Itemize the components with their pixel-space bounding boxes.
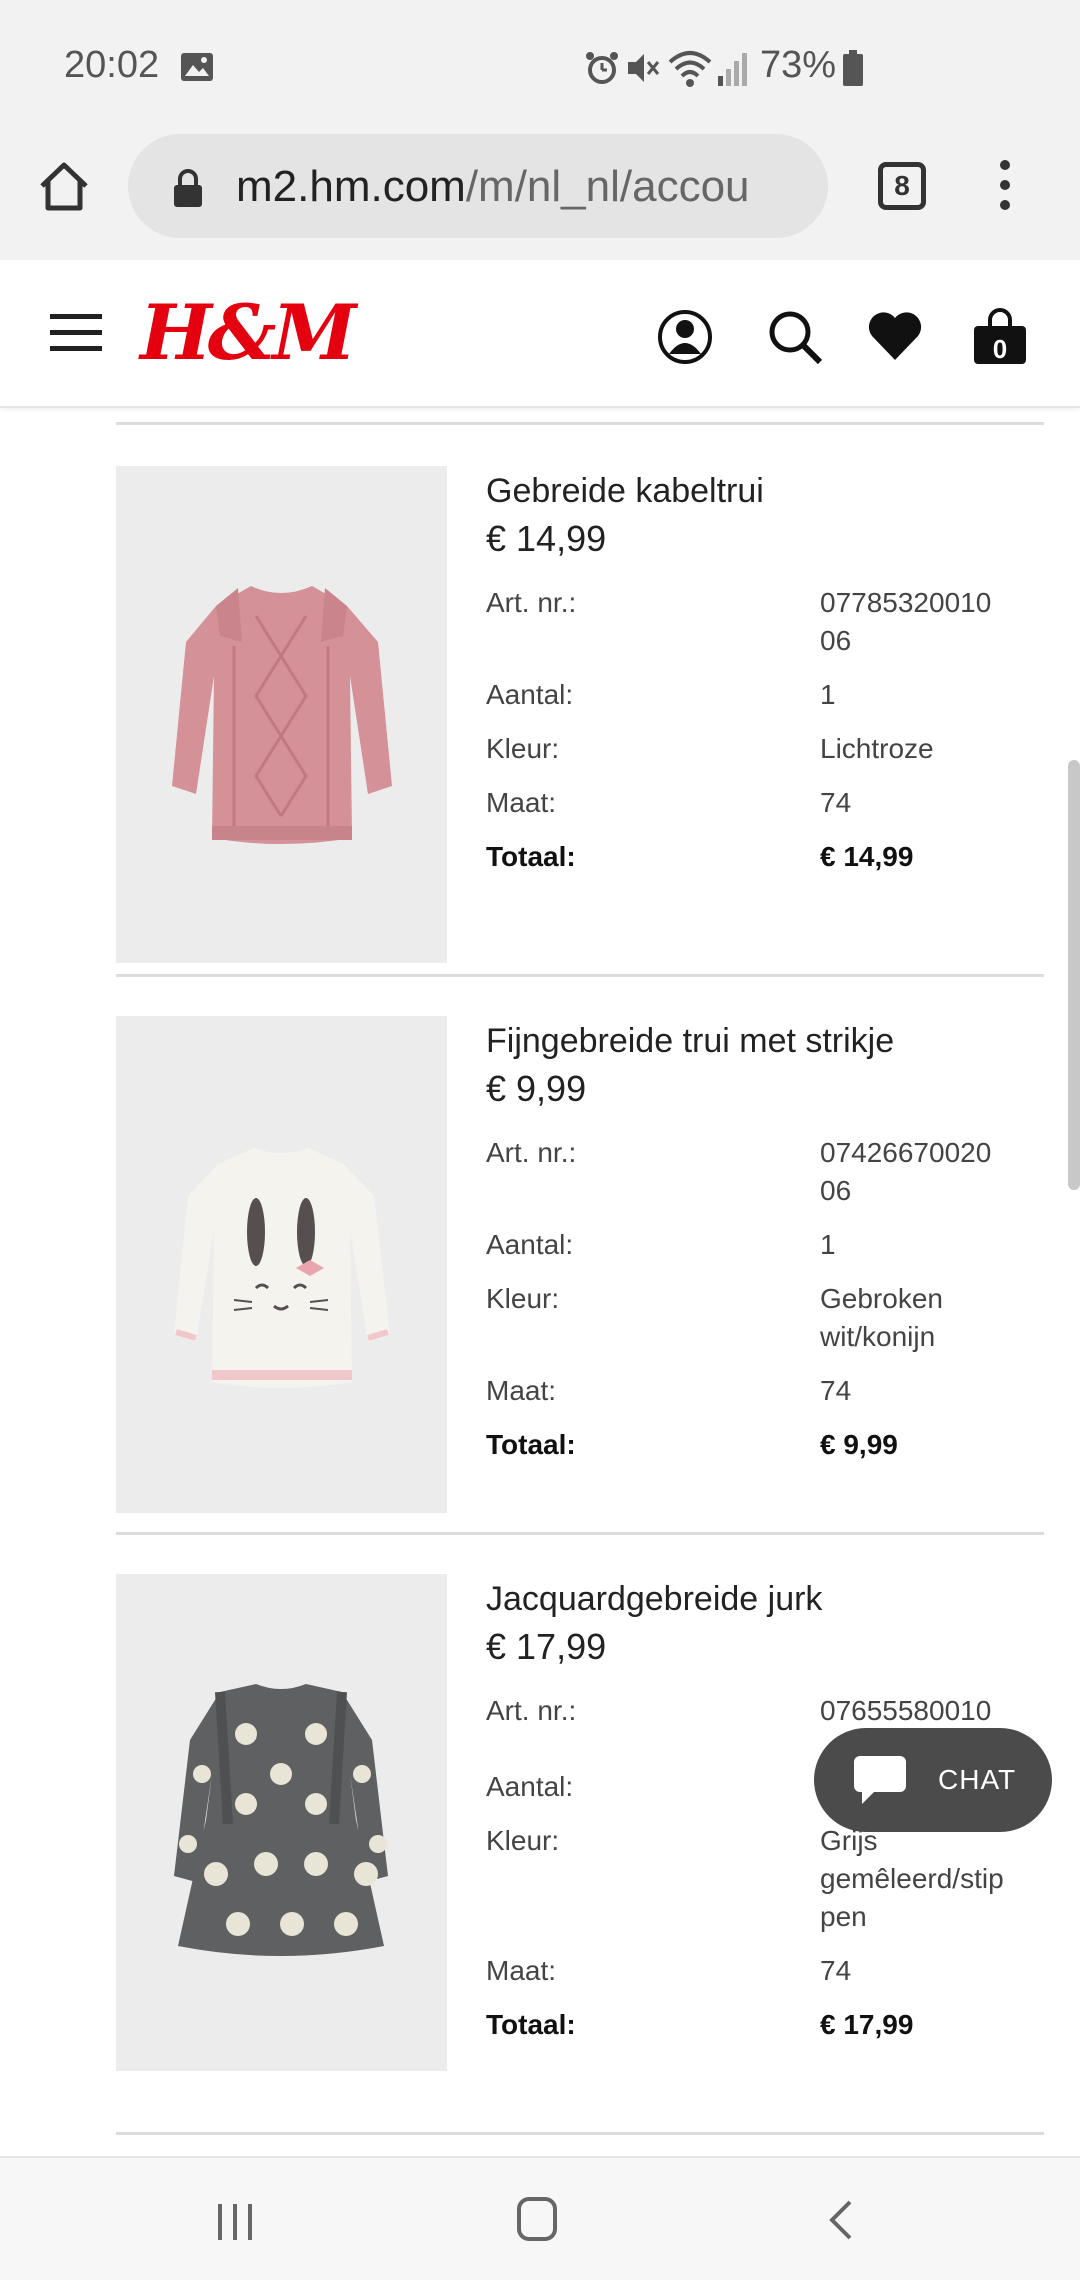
product-image[interactable] bbox=[116, 466, 447, 963]
chat-button[interactable]: CHAT bbox=[814, 1728, 1052, 1832]
product-name[interactable]: Fijngebreide trui met strikje bbox=[486, 1018, 1046, 1064]
back-icon[interactable] bbox=[824, 2198, 858, 2242]
product-info: Gebreide kabeltrui € 14,99 Art. nr.: 0778… bbox=[486, 466, 1046, 892]
tab-count: 8 bbox=[894, 170, 910, 201]
product-name[interactable]: Gebreide kabeltrui bbox=[486, 468, 1046, 514]
product-image[interactable] bbox=[116, 1574, 447, 2071]
maat-row: Maat: 74 bbox=[486, 1952, 1046, 1990]
art-nr-value: 07655580010 bbox=[820, 1695, 992, 1726]
lock-icon bbox=[174, 169, 202, 207]
totaal-label: Totaal: bbox=[486, 2009, 576, 2040]
totaal-value: € 17,99 bbox=[820, 2009, 914, 2040]
alarm-icon bbox=[586, 52, 618, 84]
hm-logo[interactable]: H&M bbox=[140, 288, 357, 377]
aantal-row: Aantal: 1 bbox=[486, 1226, 1046, 1264]
art-nr-label: Art. nr.: bbox=[486, 587, 577, 618]
kleur-row: Kleur: Lichtroze bbox=[486, 730, 1046, 768]
totaal-label: Totaal: bbox=[486, 1429, 576, 1460]
address-bar[interactable]: m2.hm.com/m/nl_nl/accou bbox=[128, 134, 828, 238]
totaal-value: € 9,99 bbox=[820, 1429, 898, 1460]
search-icon[interactable] bbox=[766, 308, 824, 366]
product-price: € 14,99 bbox=[486, 518, 607, 559]
totaal-label: Totaal: bbox=[486, 841, 576, 872]
product-info: Fijngebreide trui met strikje € 9,99 Art… bbox=[486, 1016, 1046, 1480]
url-text: m2.hm.com/m/nl_nl/accou bbox=[236, 162, 816, 212]
divider bbox=[116, 1532, 1044, 1535]
art-nr-value: 07426670020 06 bbox=[820, 1137, 992, 1206]
product-image[interactable] bbox=[116, 1016, 447, 1513]
tab-switcher-button[interactable]: 8 bbox=[878, 162, 926, 210]
divider bbox=[116, 974, 1044, 977]
maat-label: Maat: bbox=[486, 787, 557, 818]
aantal-label: Aantal: bbox=[486, 1229, 574, 1260]
browser-menu-icon[interactable] bbox=[990, 160, 1020, 214]
maat-value: 74 bbox=[820, 1375, 852, 1406]
gallery-icon bbox=[181, 53, 213, 81]
system-navigation-bar bbox=[0, 2156, 1080, 2280]
battery-percent: 73% bbox=[760, 44, 837, 86]
aantal-value: 1 bbox=[820, 1229, 836, 1260]
aantal-label: Aantal: bbox=[486, 1771, 574, 1802]
art-nr-label: Art. nr.: bbox=[486, 1695, 577, 1726]
aantal-label: Aantal: bbox=[486, 679, 574, 710]
sweater-image bbox=[174, 1148, 390, 1388]
home-nav-icon[interactable] bbox=[516, 2196, 558, 2242]
kleur-label: Kleur: bbox=[486, 733, 560, 764]
kleur-label: Kleur: bbox=[486, 1283, 560, 1314]
art-nr-row: Art. nr.: 07426670020 06 bbox=[486, 1134, 1046, 1210]
totaal-value: € 14,99 bbox=[820, 841, 914, 872]
wifi-icon bbox=[668, 51, 712, 87]
basket-count: 0 bbox=[992, 334, 1008, 364]
site-header: H&M 0 bbox=[0, 260, 1080, 408]
maat-label: Maat: bbox=[486, 1375, 557, 1406]
maat-row: Maat: 74 bbox=[486, 784, 1046, 822]
product-name[interactable]: Jacquardgebreide jurk bbox=[486, 1576, 1046, 1622]
maat-value: 74 bbox=[820, 1955, 852, 1986]
signal-icon bbox=[718, 53, 747, 86]
art-nr-value: 07785320010 06 bbox=[820, 587, 992, 656]
totaal-row: Totaal: € 14,99 bbox=[486, 838, 1046, 876]
product-price: € 9,99 bbox=[486, 1068, 587, 1109]
sweater-image bbox=[172, 586, 392, 844]
kleur-label: Kleur: bbox=[486, 1825, 560, 1856]
page-scrollbar[interactable] bbox=[1068, 760, 1080, 1190]
favorites-heart-icon[interactable] bbox=[866, 308, 924, 366]
shopping-bag-icon[interactable]: 0 bbox=[972, 308, 1028, 366]
status-time: 20:02 bbox=[64, 44, 160, 86]
battery-icon bbox=[843, 50, 863, 86]
art-nr-row: Art. nr.: 07785320010 06 bbox=[486, 584, 1046, 660]
divider bbox=[116, 422, 1044, 425]
aantal-row: Aantal: 1 bbox=[486, 676, 1046, 714]
account-icon[interactable] bbox=[656, 308, 714, 366]
maat-row: Maat: 74 bbox=[486, 1372, 1046, 1410]
art-nr-label: Art. nr.: bbox=[486, 1137, 577, 1168]
kleur-value: Gebroken wit/konijn bbox=[820, 1283, 943, 1352]
product-price: € 17,99 bbox=[486, 1626, 607, 1667]
home-icon[interactable] bbox=[38, 160, 90, 212]
hamburger-menu-icon[interactable] bbox=[50, 314, 102, 351]
status-bar: 20:02 73% bbox=[0, 0, 1080, 130]
browser-toolbar: m2.hm.com/m/nl_nl/accou 8 bbox=[0, 130, 1080, 260]
aantal-value: 1 bbox=[820, 679, 836, 710]
totaal-row: Totaal: € 17,99 bbox=[486, 2006, 1046, 2044]
recent-apps-icon[interactable] bbox=[214, 2202, 256, 2242]
url-host: m2.hm.com bbox=[236, 162, 466, 211]
url-path: /m/nl_nl/accou bbox=[465, 162, 750, 211]
maat-value: 74 bbox=[820, 787, 852, 818]
dress-image bbox=[174, 1684, 388, 1956]
mute-icon bbox=[628, 54, 660, 82]
totaal-row: Totaal: € 9,99 bbox=[486, 1426, 1046, 1464]
kleur-value: Lichtroze bbox=[820, 733, 934, 764]
kleur-value: Grijs gemêleerd/stip pen bbox=[820, 1825, 1004, 1932]
divider bbox=[116, 2132, 1044, 2135]
chat-label: CHAT bbox=[938, 1764, 1017, 1795]
kleur-row: Kleur: Gebroken wit/konijn bbox=[486, 1280, 1046, 1356]
chat-bubble-icon bbox=[854, 1756, 906, 1804]
kleur-row: Kleur: Grijs gemêleerd/stip pen bbox=[486, 1822, 1046, 1936]
art-nr-row: Art. nr.: 07655580010 bbox=[486, 1692, 1046, 1730]
maat-label: Maat: bbox=[486, 1955, 557, 1986]
